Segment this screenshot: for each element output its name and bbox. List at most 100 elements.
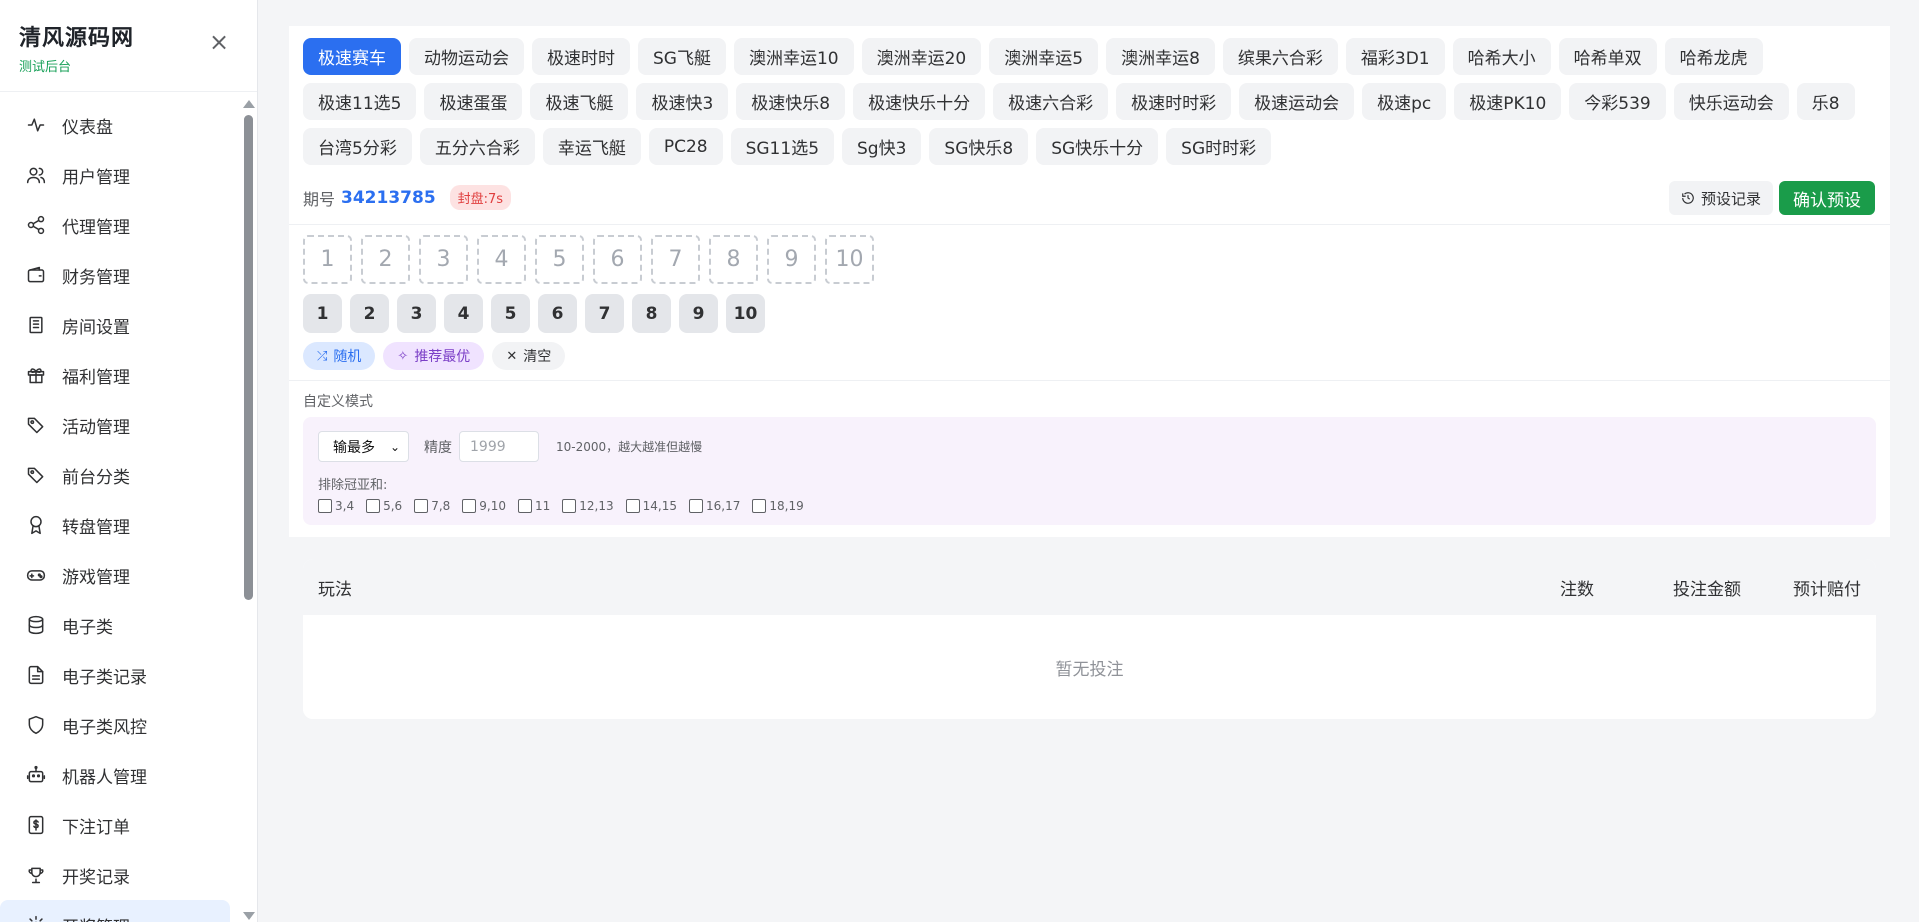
- clear-button[interactable]: ✕ 清空: [492, 342, 566, 370]
- number-button[interactable]: 7: [585, 294, 624, 333]
- sidebar-item[interactable]: 下注订单: [0, 800, 240, 850]
- checkbox-box[interactable]: [625, 499, 640, 513]
- result-slot[interactable]: 5: [535, 235, 584, 284]
- number-button[interactable]: 6: [538, 294, 577, 333]
- game-tab[interactable]: 台湾5分彩: [303, 128, 412, 165]
- checkbox-box[interactable]: [366, 499, 381, 513]
- game-tab[interactable]: 极速飞艇: [530, 83, 629, 120]
- exclude-sum-checkbox[interactable]: 7,8: [414, 499, 450, 513]
- game-tab[interactable]: SG快乐8: [929, 128, 1029, 165]
- game-tab[interactable]: 福彩3D1: [1345, 38, 1445, 75]
- sidebar-item[interactable]: 电子类记录: [0, 650, 240, 700]
- sidebar-item[interactable]: 代理管理: [0, 200, 240, 250]
- result-slot[interactable]: 4: [477, 235, 526, 284]
- sidebar-item[interactable]: 活动管理: [0, 400, 240, 450]
- game-tab[interactable]: 极速pc: [1362, 83, 1447, 120]
- game-tab[interactable]: 澳洲幸运5: [989, 38, 1099, 75]
- exclude-sum-checkbox[interactable]: 9,10: [462, 499, 506, 513]
- game-tab[interactable]: SG时时彩: [1166, 128, 1272, 165]
- number-button[interactable]: 5: [491, 294, 530, 333]
- game-tab[interactable]: 乐8: [1796, 83, 1855, 120]
- game-tab[interactable]: 动物运动会: [409, 38, 524, 75]
- game-tab[interactable]: 极速六合彩: [993, 83, 1109, 120]
- game-tab[interactable]: 哈希大小: [1452, 38, 1551, 75]
- checkbox-box[interactable]: [318, 499, 332, 513]
- game-tab[interactable]: 极速11选5: [303, 83, 417, 120]
- recommend-best-button[interactable]: ✧ 推荐最优: [383, 342, 485, 370]
- sidebar-item[interactable]: 电子类风控: [0, 700, 240, 750]
- sidebar-item[interactable]: 开奖管理: [0, 900, 230, 922]
- checkbox-box[interactable]: [414, 499, 429, 513]
- checkbox-box[interactable]: [689, 499, 703, 513]
- game-tab[interactable]: 五分六合彩: [419, 128, 535, 165]
- game-tab[interactable]: SG飞艇: [638, 38, 726, 75]
- sidebar-item[interactable]: 福利管理: [0, 350, 240, 400]
- random-button[interactable]: ⤮ 随机: [303, 342, 376, 370]
- number-button[interactable]: 8: [632, 294, 671, 333]
- sidebar-item[interactable]: 前台分类: [0, 450, 240, 500]
- game-tab[interactable]: 极速运动会: [1239, 83, 1355, 120]
- game-tab[interactable]: 哈希龙虎: [1664, 38, 1763, 75]
- sidebar-item[interactable]: 开奖记录: [0, 850, 240, 900]
- sidebar-item[interactable]: 房间设置: [0, 300, 240, 350]
- sidebar-item[interactable]: 财务管理: [0, 250, 240, 300]
- result-slot[interactable]: 3: [419, 235, 468, 284]
- sidebar-item[interactable]: 游戏管理: [0, 550, 240, 600]
- exclude-sum-checkbox[interactable]: 18,19: [752, 499, 804, 513]
- result-slot[interactable]: 9: [767, 235, 816, 284]
- game-tab[interactable]: 澳洲幸运8: [1106, 38, 1215, 75]
- game-tab[interactable]: 极速时时: [532, 38, 630, 75]
- exclude-sum-checkbox[interactable]: 16,17: [689, 499, 740, 513]
- game-tab[interactable]: 澳洲幸运20: [861, 38, 982, 75]
- sidebar-scrollbar[interactable]: [243, 100, 255, 920]
- sidebar-item[interactable]: 机器人管理: [0, 750, 240, 800]
- precision-input[interactable]: 1999: [459, 431, 539, 462]
- preset-history-button[interactable]: 预设记录: [1668, 181, 1773, 215]
- exclude-sum-checkbox[interactable]: 12,13: [562, 499, 614, 513]
- checkbox-box[interactable]: [752, 499, 767, 513]
- scroll-up-arrow-icon[interactable]: [243, 100, 255, 108]
- exclude-sum-checkbox[interactable]: 5,6: [366, 499, 402, 513]
- scroll-thumb[interactable]: [244, 115, 253, 600]
- game-tab[interactable]: 今彩539: [1569, 83, 1666, 120]
- sidebar-item[interactable]: 仪表盘: [0, 100, 240, 150]
- sidebar-item[interactable]: 用户管理: [0, 150, 240, 200]
- scroll-down-arrow-icon[interactable]: [243, 912, 255, 920]
- result-slot[interactable]: 7: [651, 235, 700, 284]
- game-tab[interactable]: 幸运飞艇: [542, 128, 641, 165]
- exclude-sum-checkbox[interactable]: 3,4: [318, 499, 354, 513]
- number-button[interactable]: 10: [726, 294, 765, 333]
- result-slot[interactable]: 1: [303, 235, 352, 284]
- game-tab[interactable]: 极速蛋蛋: [424, 83, 523, 120]
- sidebar-item[interactable]: 转盘管理: [0, 500, 240, 550]
- number-button[interactable]: 4: [444, 294, 483, 333]
- result-slot[interactable]: 10: [825, 235, 874, 284]
- result-slot[interactable]: 8: [709, 235, 758, 284]
- result-slot[interactable]: 6: [593, 235, 642, 284]
- confirm-preset-button[interactable]: 确认预设: [1779, 181, 1875, 215]
- game-tab[interactable]: SG快乐十分: [1036, 128, 1159, 165]
- game-tab[interactable]: PC28: [648, 128, 723, 165]
- number-button[interactable]: 2: [350, 294, 389, 333]
- game-tab[interactable]: 缤果六合彩: [1222, 38, 1338, 75]
- game-tab[interactable]: Sg快3: [842, 128, 922, 165]
- game-tab[interactable]: 极速快乐十分: [853, 83, 986, 120]
- exclude-sum-checkbox[interactable]: 14,15: [625, 499, 677, 513]
- game-tab[interactable]: 极速快乐8: [736, 83, 846, 120]
- checkbox-box[interactable]: [518, 499, 532, 513]
- number-button[interactable]: 3: [397, 294, 436, 333]
- game-tab[interactable]: 极速时时彩: [1116, 83, 1232, 120]
- game-tab[interactable]: 极速快3: [636, 83, 729, 120]
- game-tab[interactable]: 澳洲幸运10: [733, 38, 854, 75]
- sidebar-item[interactable]: 电子类: [0, 600, 240, 650]
- game-tab[interactable]: 极速赛车: [303, 38, 401, 75]
- checkbox-box[interactable]: [562, 499, 577, 513]
- number-button[interactable]: 1: [303, 294, 342, 333]
- exclude-sum-checkbox[interactable]: 11: [518, 499, 550, 513]
- number-button[interactable]: 9: [679, 294, 718, 333]
- game-tab[interactable]: 极速PK10: [1454, 83, 1562, 120]
- close-icon[interactable]: ×: [209, 30, 229, 54]
- checkbox-box[interactable]: [462, 499, 477, 513]
- game-tab[interactable]: 哈希单双: [1558, 38, 1657, 75]
- mode-select[interactable]: 输最多 ⌄: [318, 431, 409, 462]
